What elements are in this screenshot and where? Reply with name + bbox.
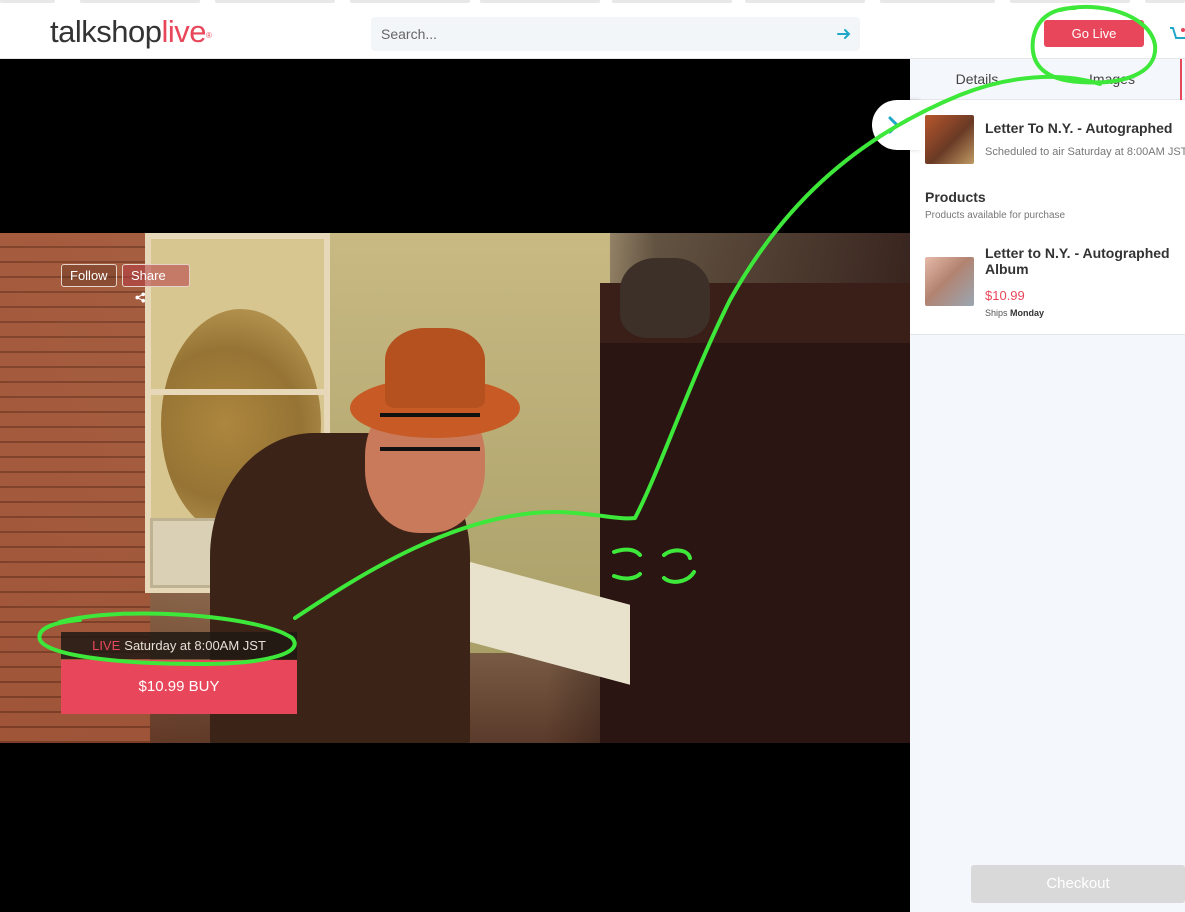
schedule-text: Saturday at 8:00AM JST (124, 638, 266, 653)
follow-button[interactable]: Follow (61, 264, 117, 287)
show-schedule: Scheduled to air Saturday at 8:00AM JST (985, 146, 1185, 158)
product-title: Letter to N.Y. - Autographed Album (985, 245, 1170, 277)
browser-tab-strip (0, 0, 1185, 3)
show-title: Letter To N.Y. - Autographed (985, 120, 1173, 136)
product-shipping: Ships Monday (985, 308, 1044, 318)
talkshoplive-logo[interactable]: talkshoplive® (50, 14, 212, 50)
arrow-right-icon[interactable] (836, 26, 852, 42)
sidebar-toggle[interactable] (872, 100, 922, 150)
product-price: $10.99 (985, 288, 1025, 303)
checkout-button[interactable]: Checkout (971, 865, 1185, 903)
top-header: talkshoplive® Go Live (0, 0, 1185, 59)
video-scene-hat-top (385, 328, 485, 408)
tab-images[interactable]: Images (1047, 59, 1177, 100)
live-tag: LIVE (92, 638, 121, 653)
show-card[interactable]: Letter To N.Y. - Autographed Scheduled t… (910, 100, 1185, 181)
go-live-button[interactable]: Go Live (1044, 20, 1144, 47)
live-schedule-bar: LIVE Saturday at 8:00AM JST (61, 632, 297, 659)
cart-icon[interactable] (1168, 24, 1185, 44)
live-video-player[interactable]: Follow Share LIVE Saturday at 8:00AM JST … (0, 233, 910, 743)
products-heading: Products (925, 189, 986, 205)
product-card[interactable]: Letter to N.Y. - Autographed Album $10.9… (910, 232, 1185, 335)
chevron-right-icon (888, 116, 900, 134)
share-label: Share (131, 268, 166, 283)
products-header: Products Products available for purchase (910, 180, 1185, 233)
products-subheading: Products available for purchase (925, 210, 1066, 221)
video-scene-glasses (380, 413, 480, 451)
video-scene-teddy-bear (620, 258, 710, 338)
tab-edge-indicator (1180, 59, 1182, 100)
search-input[interactable] (371, 17, 831, 51)
buy-label: BUY (188, 678, 220, 695)
product-sidebar: Details Images Letter To N.Y. - Autograp… (910, 59, 1185, 912)
buy-price: $10.99 (138, 678, 185, 695)
ships-prefix: Ships (985, 308, 1008, 318)
show-thumbnail (925, 115, 974, 164)
sidebar-tabs: Details Images (910, 59, 1185, 100)
share-icon (135, 292, 146, 303)
buy-button[interactable]: $10.99 BUY (61, 660, 297, 714)
logo-text-main: talkshop (50, 14, 162, 49)
tab-details[interactable]: Details (912, 59, 1042, 100)
logo-text-accent: live (161, 14, 206, 49)
ships-day: Monday (1010, 308, 1045, 318)
product-thumbnail (925, 257, 974, 306)
video-scene-piano (600, 283, 910, 743)
search-bar (371, 17, 860, 51)
logo-registered-mark: ® (205, 31, 212, 40)
share-button[interactable]: Share (122, 264, 190, 303)
